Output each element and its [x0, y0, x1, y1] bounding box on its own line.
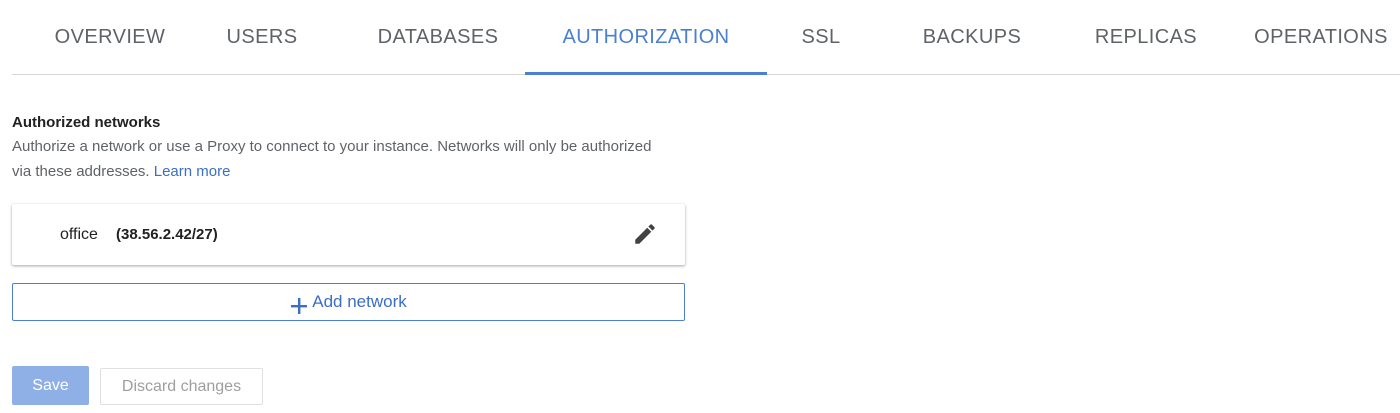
tab-overview[interactable]: OVERVIEW	[20, 0, 200, 73]
tab-bar: OVERVIEW USERS DATABASES AUTHORIZATION S…	[12, 0, 1400, 75]
pencil-icon[interactable]	[632, 221, 658, 247]
plus-icon	[290, 292, 308, 314]
save-button[interactable]: Save	[12, 366, 89, 405]
network-item[interactable]: office (38.56.2.42/27)	[12, 204, 685, 265]
tab-ssl[interactable]: SSL	[783, 0, 859, 73]
description-text: Authorize a network or use a Proxy to co…	[12, 138, 652, 180]
discard-changes-button[interactable]: Discard changes	[100, 368, 263, 405]
network-name: office	[60, 226, 98, 243]
tab-databases[interactable]: DATABASES	[338, 0, 538, 73]
network-address: (38.56.2.42/27)	[116, 226, 218, 243]
tab-operations[interactable]: OPERATIONS	[1242, 0, 1400, 73]
tab-authorization[interactable]: AUTHORIZATION	[525, 0, 767, 75]
section-title: Authorized networks	[12, 114, 161, 131]
learn-more-link[interactable]: Learn more	[154, 163, 231, 180]
add-network-label: Add network	[312, 292, 407, 311]
tab-backups[interactable]: BACKUPS	[892, 0, 1052, 73]
tab-users[interactable]: USERS	[210, 0, 314, 73]
tab-replicas[interactable]: REPLICAS	[1066, 0, 1226, 73]
add-network-button[interactable]: Add network	[12, 283, 685, 321]
section-description: Authorize a network or use a Proxy to co…	[12, 134, 672, 184]
